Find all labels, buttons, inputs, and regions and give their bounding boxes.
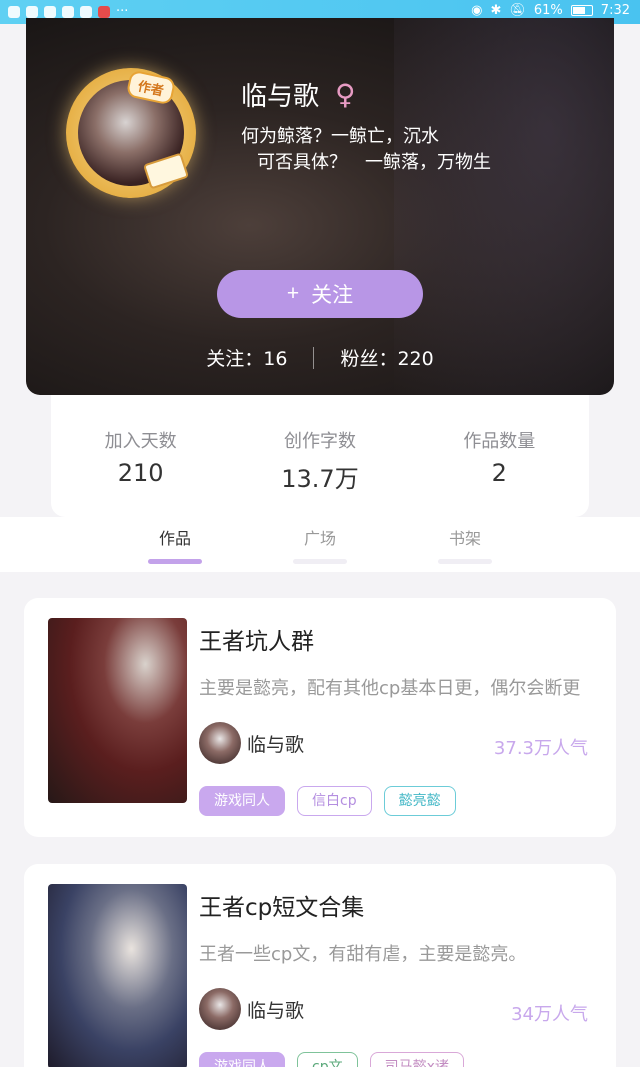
tab-indicator: [293, 559, 347, 564]
bluetooth-icon: ✱: [490, 3, 502, 18]
divider: [313, 346, 315, 369]
more-icon: ···: [116, 4, 129, 19]
work-cover[interactable]: [48, 618, 187, 803]
status-icons-right: ◉ ✱ 🔕︎ 61% 7:32: [471, 3, 630, 18]
tab-indicator: [438, 559, 492, 564]
tag[interactable]: 游戏同人: [199, 786, 285, 816]
tab-indicator: [148, 559, 202, 564]
stat-label: 作品数量: [463, 431, 536, 452]
battery-icon: [570, 5, 593, 16]
work-title[interactable]: 王者坑人群: [199, 622, 314, 656]
popularity: 37.3万人气: [493, 738, 588, 759]
work-description: 王者一些cp文，有甜有虐，主要是懿亮。: [199, 944, 527, 965]
tag-list: 游戏同人 信白cp 懿亮懿: [199, 786, 456, 816]
tab-label: 书架: [448, 529, 481, 548]
work-card[interactable]: 王者cp短文合集 王者一些cp文，有甜有虐，主要是懿亮。 临与歌 34万人气 游…: [24, 864, 616, 1067]
tab-works[interactable]: 作品: [140, 525, 210, 564]
signature-line: 何为鲸落？一鲸亡，沉水: [241, 126, 439, 147]
stat-value: 13.7万: [281, 465, 359, 493]
stat-word-count: 创作字数 13.7万: [230, 395, 409, 517]
tab-bar: 作品 广场 书架: [0, 517, 640, 572]
author-avatar: [199, 722, 241, 764]
following-count[interactable]: 关注：16: [206, 344, 287, 371]
tag[interactable]: cp文: [297, 1052, 358, 1067]
battery-percent: 61%: [533, 3, 563, 18]
fans-count[interactable]: 粉丝：220: [340, 344, 433, 371]
hourglass-icon: [44, 5, 56, 18]
signature: 何为鲸落？一鲸亡，沉水 可否具体？ 一鲸落，万物生: [241, 124, 491, 176]
username-row: 临与歌 ♀: [241, 76, 356, 113]
tab-label: 广场: [303, 529, 336, 548]
popularity: 34万人气: [511, 1004, 588, 1025]
work-author[interactable]: 临与歌: [199, 722, 304, 764]
stat-value: 2: [491, 459, 507, 487]
tab-square[interactable]: 广场: [285, 525, 355, 564]
profile-header: 作者 临与歌 ♀ 何为鲸落？一鲸亡，沉水 可否具体？ 一鲸落，万物生 + 关注 …: [26, 18, 614, 395]
tag[interactable]: 司马懿x诸: [369, 1052, 464, 1067]
tag[interactable]: 懿亮懿: [383, 786, 456, 816]
work-author[interactable]: 临与歌: [199, 988, 304, 1030]
work-title[interactable]: 王者cp短文合集: [199, 888, 364, 922]
tab-bookshelf[interactable]: 书架: [430, 525, 500, 564]
tag[interactable]: 信白cp: [297, 786, 372, 816]
clock: 7:32: [600, 3, 630, 18]
author-avatar: [199, 988, 241, 1030]
notification-icon: [98, 5, 110, 18]
follow-stats: 关注：16 粉丝：220: [26, 344, 614, 371]
wifi-icon: [8, 5, 20, 18]
shield-icon: [26, 5, 38, 18]
stat-join-days: 加入天数 210: [51, 395, 230, 517]
author-name: 临与歌: [247, 999, 305, 1022]
stat-works-count: 作品数量 2: [410, 395, 589, 517]
stat-label: 加入天数: [104, 431, 177, 452]
stats-card: 加入天数 210 创作字数 13.7万 作品数量 2: [51, 395, 589, 517]
cloud-icon: [62, 5, 74, 18]
mute-icon: 🔕︎: [509, 3, 526, 18]
author-name: 临与歌: [247, 733, 305, 756]
username: 临与歌: [241, 82, 320, 112]
follow-button[interactable]: + 关注: [217, 270, 423, 318]
signature-line: 可否具体？ 一鲸落，万物生: [257, 152, 491, 173]
female-icon: ♀: [335, 78, 356, 111]
work-description: 主要是懿亮，配有其他cp基本日更，偶尔会断更: [199, 678, 581, 699]
tab-label: 作品: [158, 529, 191, 548]
status-icons-left: ···: [8, 4, 128, 19]
app-icon: [80, 5, 92, 18]
stat-label: 创作字数: [283, 431, 356, 452]
work-card[interactable]: 王者坑人群 主要是懿亮，配有其他cp基本日更，偶尔会断更 临与歌 37.3万人气…: [24, 598, 616, 837]
stat-value: 210: [117, 459, 164, 487]
tag-list: 游戏同人 cp文 司马懿x诸: [199, 1052, 464, 1067]
plus-icon: +: [286, 282, 300, 305]
tag[interactable]: 游戏同人: [199, 1052, 285, 1067]
work-cover[interactable]: [48, 884, 187, 1067]
eye-icon: ◉: [471, 3, 483, 18]
follow-button-label: 关注: [311, 284, 354, 307]
